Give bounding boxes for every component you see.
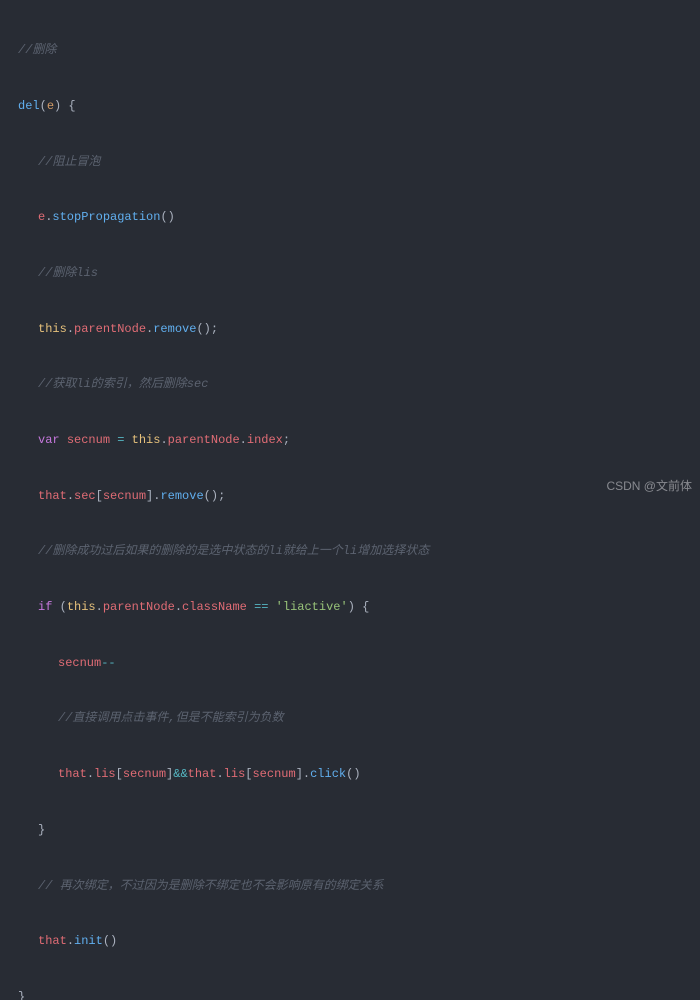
comment: //删除lis bbox=[18, 264, 700, 283]
code-line: if (this.parentNode.className == 'liacti… bbox=[18, 598, 700, 617]
comment: //阻止冒泡 bbox=[18, 153, 700, 172]
brace: } bbox=[18, 821, 700, 840]
code-editor[interactable]: //删除 del(e) { //阻止冒泡 e.stopPropagation()… bbox=[0, 0, 700, 1000]
comment: //获取li的索引，然后删除sec bbox=[18, 375, 700, 394]
comment: //删除成功过后如果的删除的是选中状态的li就给上一个li增加选择状态 bbox=[18, 542, 700, 561]
comment: //直接调用点击事件,但是不能索引为负数 bbox=[18, 709, 700, 728]
code-line: that.init() bbox=[18, 932, 700, 951]
brace: } bbox=[18, 988, 700, 1000]
code-line: this.parentNode.remove(); bbox=[18, 320, 700, 339]
code-line: that.sec[secnum].remove(); bbox=[18, 487, 700, 506]
comment: // 再次绑定，不过因为是删除不绑定也不会影响原有的绑定关系 bbox=[18, 877, 700, 896]
code-line: e.stopPropagation() bbox=[18, 208, 700, 227]
comment: //删除 bbox=[18, 41, 700, 60]
code-line: that.lis[secnum]&&that.lis[secnum].click… bbox=[18, 765, 700, 784]
function-name: del bbox=[18, 99, 40, 113]
watermark: CSDN @文前体 bbox=[606, 477, 692, 496]
code-line: secnum-- bbox=[18, 654, 700, 673]
code-line: var secnum = this.parentNode.index; bbox=[18, 431, 700, 450]
code-line: del(e) { bbox=[18, 97, 700, 116]
param: e bbox=[47, 99, 54, 113]
